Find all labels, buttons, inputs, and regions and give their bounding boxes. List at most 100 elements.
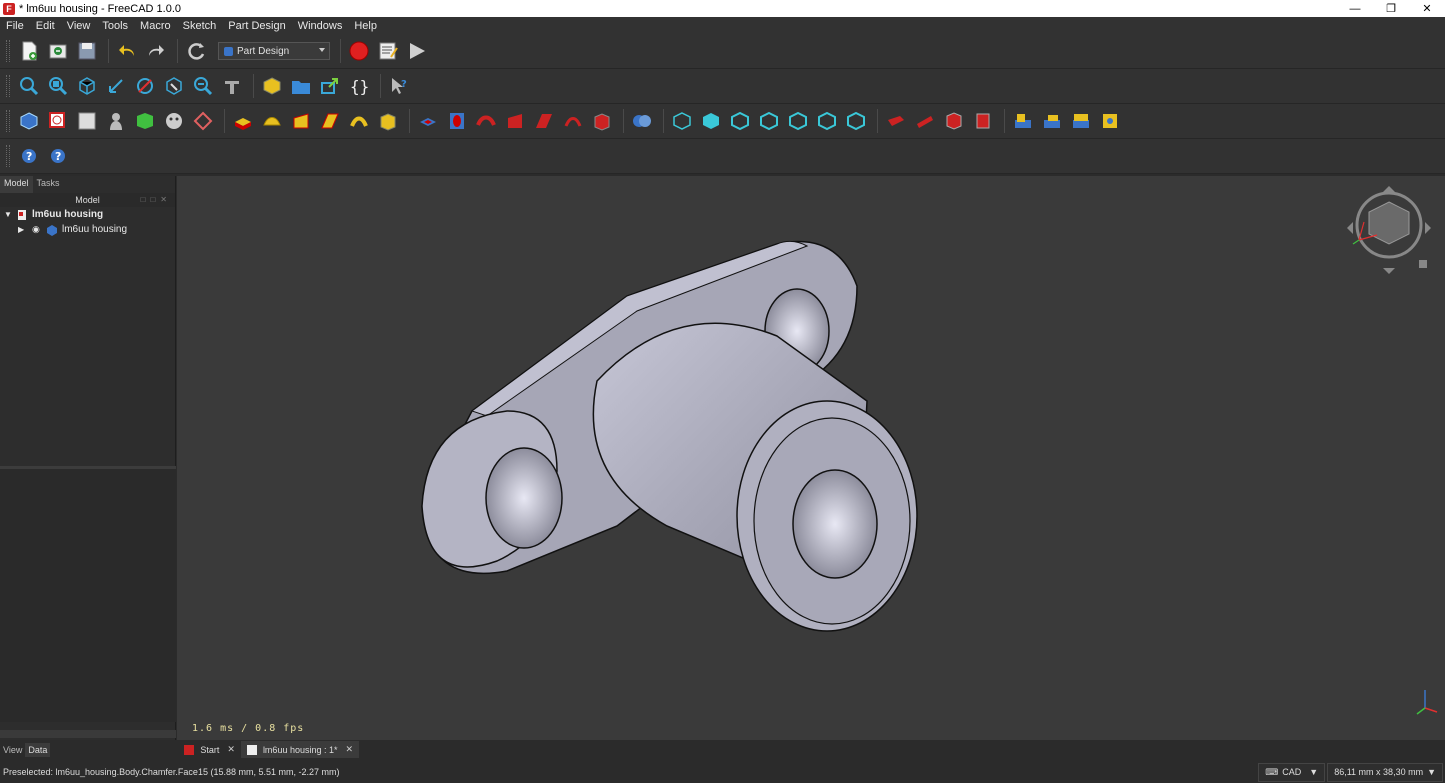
navigation-style-selector[interactable]: ⌨ CAD ▼ [1258, 762, 1326, 782]
hole-icon[interactable] [444, 108, 470, 134]
expression-icon[interactable]: {} [346, 73, 372, 99]
model-render[interactable] [177, 176, 1445, 740]
link-actions-icon[interactable] [317, 73, 343, 99]
zoom-icon[interactable] [190, 73, 216, 99]
menu-edit[interactable]: Edit [30, 20, 61, 32]
open-document-button[interactable] [45, 38, 71, 64]
toolbar-grip[interactable] [6, 40, 10, 62]
refresh-icon[interactable] [183, 38, 209, 64]
tree-item-label: lm6uu housing [62, 224, 128, 235]
toolbar-grip[interactable] [6, 145, 10, 167]
close-tab-icon[interactable]: ✕ [346, 744, 354, 755]
whats-this-help-icon[interactable]: ? [45, 143, 71, 169]
sub-shape-binder-icon[interactable] [161, 108, 187, 134]
sprocket-icon[interactable] [1010, 108, 1036, 134]
document-icon [18, 209, 26, 220]
collapse-arrow-icon[interactable]: ▶ [18, 225, 32, 234]
subtractive-helix-icon[interactable] [560, 108, 586, 134]
menu-file[interactable]: File [0, 20, 30, 32]
additive-loft-icon[interactable] [288, 108, 314, 134]
standard-views-icon[interactable] [74, 73, 100, 99]
draw-style-icon[interactable] [132, 73, 158, 99]
save-document-button[interactable] [74, 38, 100, 64]
additive-primitive-icon[interactable] [375, 108, 401, 134]
help-icon[interactable]: ? [16, 143, 42, 169]
multi-transform-icon[interactable] [756, 108, 782, 134]
close-button[interactable]: ✕ [1409, 0, 1445, 17]
dimension-display[interactable]: 86,11 mm x 38,30 mm ▼ [1327, 762, 1443, 782]
tab-view[interactable]: View [0, 743, 25, 757]
clone-icon[interactable] [103, 108, 129, 134]
chamfer-icon[interactable] [912, 108, 938, 134]
boolean-icon[interactable] [629, 108, 655, 134]
toolbar-separator [877, 109, 878, 133]
visibility-eye-icon[interactable]: ◉ [32, 224, 46, 235]
menu-sketch[interactable]: Sketch [177, 20, 223, 32]
undo-button[interactable] [114, 38, 140, 64]
pocket-icon[interactable] [415, 108, 441, 134]
toolbar-grip[interactable] [6, 75, 10, 97]
create-part-icon[interactable] [259, 73, 285, 99]
subtractive-loft-icon[interactable] [502, 108, 528, 134]
create-body-icon[interactable] [16, 108, 42, 134]
pad-icon[interactable] [230, 108, 256, 134]
validate-sketch-icon[interactable] [74, 108, 100, 134]
linear-pattern-icon[interactable] [698, 108, 724, 134]
create-group-icon[interactable] [288, 73, 314, 99]
menu-macro[interactable]: Macro [134, 20, 177, 32]
workbench-selector[interactable]: Part Design [218, 42, 330, 60]
datum-plane-icon[interactable] [190, 108, 216, 134]
minimize-button[interactable]: — [1337, 0, 1373, 17]
macro-editor-button[interactable] [375, 38, 401, 64]
tab-model[interactable]: Model [0, 176, 33, 193]
tree-item-document[interactable]: ▼ lm6uu housing [0, 207, 175, 222]
selection-filter-icon[interactable] [161, 73, 187, 99]
execute-macro-button[interactable] [404, 38, 430, 64]
expand-arrow-icon[interactable]: ▼ [4, 210, 16, 219]
doc-tab-housing[interactable]: lm6uu housing : 1* ✕ [240, 741, 360, 758]
tab-data[interactable]: Data [25, 742, 51, 757]
redo-button[interactable] [143, 38, 169, 64]
new-document-button[interactable] [16, 38, 42, 64]
draft-icon[interactable] [814, 108, 840, 134]
scaled-icon[interactable] [785, 108, 811, 134]
record-macro-button[interactable] [346, 38, 372, 64]
3d-viewport[interactable]: 1.6 ms / 0.8 fps [177, 176, 1445, 740]
shape-binder-icon[interactable] [132, 108, 158, 134]
polar-pattern-icon[interactable] [727, 108, 753, 134]
subtractive-pipe-icon[interactable] [531, 108, 557, 134]
horizontal-scrollbar[interactable] [0, 730, 176, 738]
whats-this-icon[interactable]: ? [386, 73, 412, 99]
groove-icon[interactable] [473, 108, 499, 134]
toolbar-grip[interactable] [6, 110, 10, 132]
shaft-design-icon[interactable] [1068, 108, 1094, 134]
additive-pipe-icon[interactable] [317, 108, 343, 134]
wizard-icon[interactable] [1097, 108, 1123, 134]
thickness-icon[interactable] [843, 108, 869, 134]
subtractive-primitive-icon[interactable] [589, 108, 615, 134]
fit-all-icon[interactable] [16, 73, 42, 99]
tab-tasks[interactable]: Tasks [33, 176, 64, 193]
thickness-solid-icon[interactable] [970, 108, 996, 134]
menu-help[interactable]: Help [348, 20, 383, 32]
measure-icon[interactable] [219, 73, 245, 99]
menu-view[interactable]: View [61, 20, 97, 32]
fillet-icon[interactable] [883, 108, 909, 134]
close-tab-icon[interactable]: ✕ [227, 744, 235, 755]
additive-helix-icon[interactable] [346, 108, 372, 134]
menu-windows[interactable]: Windows [292, 20, 349, 32]
draft-angle-icon[interactable] [941, 108, 967, 134]
involute-gear-icon[interactable] [1039, 108, 1065, 134]
fit-selection-icon[interactable] [45, 73, 71, 99]
create-sketch-icon[interactable] [45, 108, 71, 134]
bounding-box-icon[interactable] [103, 73, 129, 99]
mirrored-icon[interactable] [669, 108, 695, 134]
menu-part-design[interactable]: Part Design [222, 20, 291, 32]
navigation-cube[interactable] [1339, 180, 1439, 280]
restore-button[interactable]: ❐ [1373, 0, 1409, 17]
revolution-icon[interactable] [259, 108, 285, 134]
doc-tab-start[interactable]: Start ✕ [178, 741, 241, 758]
tree-item-body[interactable]: ▶ ◉ lm6uu housing [0, 222, 175, 237]
panel-controls[interactable]: □□✕ [141, 193, 172, 207]
menu-tools[interactable]: Tools [96, 20, 134, 32]
